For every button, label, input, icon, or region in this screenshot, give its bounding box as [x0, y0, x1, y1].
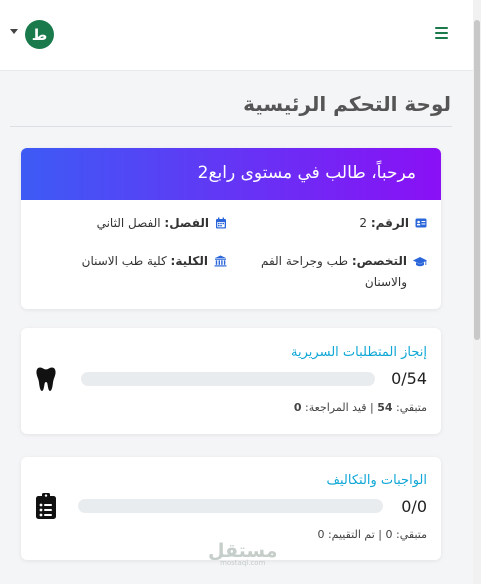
id-label: الرقم:: [370, 216, 409, 230]
second-value: 0: [317, 528, 325, 541]
college-row: الكلية: كلية طب الاسنان: [27, 251, 227, 272]
college-value: كلية طب الاسنان: [81, 254, 167, 268]
stat-summary: متبقي: 0 | تم التقييم: 0: [317, 528, 427, 541]
major-row: التخصص: طب وجراحة الفم والاسنان: [237, 251, 427, 293]
second-label: قيد المراجعة:: [305, 401, 367, 414]
graduation-cap-icon: [413, 257, 427, 267]
title-divider: [10, 126, 452, 127]
scrollbar-thumb[interactable]: [474, 20, 480, 340]
university-icon: [214, 255, 227, 267]
progress-bar: [81, 372, 375, 386]
student-id-row: الرقم: 2: [247, 216, 427, 230]
stat-summary: متبقي: 54 | قيد المراجعة: 0: [294, 401, 427, 414]
stat-value: 0/0: [401, 497, 427, 516]
clinical-requirements-card[interactable]: إنجاز المتطلبات السريرية 0/54 متبقي: 54 …: [21, 328, 441, 434]
remaining-label: متبقي:: [396, 401, 427, 414]
user-avatar[interactable]: ط: [25, 20, 54, 49]
remaining-value: 0: [385, 528, 393, 541]
stat-value: 0/54: [391, 369, 427, 388]
avatar-letter: ط: [31, 25, 48, 44]
term-value: الفصل الثاني: [96, 216, 161, 230]
top-navbar: ط: [0, 0, 473, 71]
id-value: 2: [359, 216, 368, 230]
page-title: لوحة التحكم الرئيسية: [243, 92, 451, 116]
tooth-icon: [36, 367, 56, 391]
stat-title[interactable]: إنجاز المتطلبات السريرية: [291, 345, 427, 360]
second-value: 0: [293, 401, 302, 414]
id-card-icon: [415, 218, 427, 228]
major-label: التخصص:: [351, 254, 407, 268]
remaining-label: متبقي:: [396, 528, 427, 541]
term-row: الفصل: الفصل الثاني: [47, 216, 227, 230]
caret-down-icon[interactable]: [10, 29, 18, 34]
separator: |: [369, 401, 374, 414]
college-label: الكلية:: [170, 254, 208, 268]
separator: |: [378, 528, 383, 541]
second-label: تم التقييم:: [327, 528, 375, 541]
welcome-heading: مرحباً، طالب في مستوى رابع2: [21, 148, 441, 200]
welcome-card: مرحباً، طالب في مستوى رابع2 الرقم: 2 الف…: [21, 148, 441, 309]
hamburger-icon[interactable]: [435, 27, 448, 39]
clipboard-icon: [36, 493, 56, 519]
term-label: الفصل:: [164, 216, 209, 230]
stat-title[interactable]: الواجبات والتكاليف: [327, 473, 427, 488]
scrollbar[interactable]: [473, 0, 481, 584]
watermark-logo: مستقل mostaql.com: [208, 540, 278, 567]
progress-bar: [78, 499, 383, 513]
remaining-value: 54: [377, 401, 393, 414]
calendar-icon: [216, 217, 226, 229]
